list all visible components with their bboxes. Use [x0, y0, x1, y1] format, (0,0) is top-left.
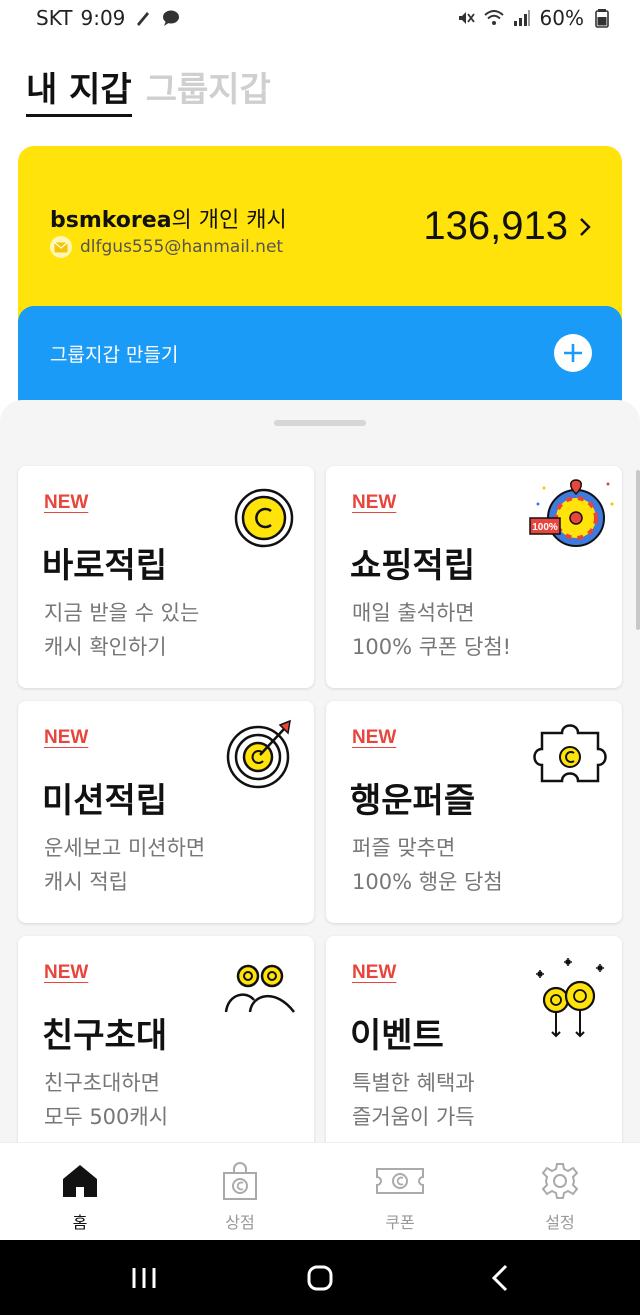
nav-home-label: 홈: [72, 1213, 88, 1232]
wifi-icon: [483, 10, 504, 25]
recent-apps-icon[interactable]: [124, 1258, 164, 1298]
scrollbar[interactable]: [636, 470, 640, 630]
nav-coupon[interactable]: 쿠폰: [320, 1143, 480, 1241]
card-events[interactable]: NEW 이벤트 특별한 혜택과 즐거움이 가득: [326, 936, 622, 1142]
card-lucky-puzzle[interactable]: NEW 행운퍼즐 퍼즐 맞추면 100% 행운 당첨: [326, 701, 622, 923]
tab-group-wallet[interactable]: 그룹지갑: [146, 70, 271, 117]
wallet-title: bsmkorea의 개인 캐시: [50, 202, 287, 234]
wallet-owner-suffix: 의 개인 캐시: [171, 208, 287, 233]
nav-settings[interactable]: 설정: [480, 1143, 640, 1241]
card-description: 특별한 혜택과 즐거움이 가득: [352, 1071, 475, 1129]
nav-coupon-label: 쿠폰: [385, 1213, 415, 1232]
new-badge: NEW: [352, 962, 397, 983]
home-icon: [63, 1165, 97, 1197]
pen-notification-icon: [137, 12, 150, 26]
wallet-amount[interactable]: 136,913: [423, 204, 592, 249]
puzzle-icon: [533, 724, 607, 783]
sheet-drag-handle[interactable]: [274, 420, 366, 426]
card-title: 친구초대: [42, 1016, 168, 1056]
back-icon[interactable]: [482, 1258, 522, 1298]
status-right: 60%: [456, 6, 612, 30]
battery-percent: 60%: [539, 6, 584, 30]
card-title: 미션적립: [42, 781, 168, 821]
new-badge: NEW: [352, 727, 397, 748]
card-description: 지금 받을 수 있는 캐시 확인하기: [44, 601, 200, 659]
roulette-badge-text: 100%: [532, 522, 558, 533]
coupon-icon: [376, 1168, 424, 1194]
wallet-email: dlfgus555@hanmail.net: [80, 237, 284, 257]
roulette-icon: 100%: [529, 479, 614, 547]
system-navigation-bar: [0, 1240, 640, 1315]
new-badge: NEW: [44, 492, 89, 513]
mail-icon: [50, 236, 72, 258]
card-description: 매일 출석하면 100% 쿠폰 당첨!: [352, 601, 512, 659]
status-left: SKT 9:09: [36, 6, 181, 30]
card-description: 운세보고 미션하면 캐시 적립: [44, 836, 206, 894]
target-icon: [226, 719, 291, 789]
wallet-amount-value: 136,913: [423, 204, 568, 248]
card-mission-reward[interactable]: NEW 미션적립 운세보고 미션하면 캐시 적립: [18, 701, 314, 923]
nav-store-label: 상점: [225, 1213, 255, 1232]
nav-store[interactable]: 상점: [160, 1143, 320, 1241]
gear-icon: [541, 1163, 579, 1199]
shopping-bag-icon: [223, 1162, 257, 1200]
card-instant-reward[interactable]: NEW 바로적립 지금 받을 수 있는 캐시 확인하기: [18, 466, 314, 688]
card-description: 친구초대하면 모두 500캐시: [44, 1071, 169, 1129]
new-badge: NEW: [352, 492, 397, 513]
card-title: 바로적립: [42, 546, 168, 586]
wallet-tabs: 내 지갑 그룹지갑: [26, 70, 271, 117]
card-description: 퍼즐 맞추면 100% 행운 당첨: [352, 836, 503, 894]
card-title: 쇼핑적립: [350, 546, 476, 586]
wallet-email-row: dlfgus555@hanmail.net: [50, 236, 283, 258]
nav-settings-label: 설정: [545, 1213, 575, 1232]
signal-icon: [513, 10, 530, 26]
tab-my-wallet[interactable]: 내 지갑: [26, 70, 132, 117]
chevron-right-icon: [580, 217, 591, 236]
card-title: 행운퍼즐: [350, 781, 476, 821]
card-title: 이벤트: [350, 1016, 444, 1056]
friends-icon: [224, 964, 295, 1013]
bottom-navigation: 홈 상점 쿠폰 설정: [0, 1142, 640, 1240]
wallet-owner: bsmkorea: [50, 208, 172, 233]
battery-icon: [595, 9, 609, 28]
balloons-icon: [536, 958, 604, 1038]
new-badge: NEW: [44, 962, 89, 983]
add-group-button[interactable]: [554, 334, 592, 372]
coin-icon: [234, 488, 294, 548]
create-group-wallet-label: 그룹지갑 만들기: [50, 344, 179, 366]
clock: 9:09: [80, 6, 126, 30]
chat-notification-icon: [163, 10, 180, 26]
new-badge: NEW: [44, 727, 89, 748]
plus-icon: [564, 344, 582, 362]
mute-icon: [458, 12, 475, 24]
nav-home[interactable]: 홈: [0, 1143, 160, 1241]
status-bar: SKT 9:09 60%: [0, 0, 640, 40]
card-shopping-reward[interactable]: NEW 쇼핑적립 매일 출석하면 100% 쿠폰 당첨! 100%: [326, 466, 622, 688]
home-button-icon[interactable]: [300, 1258, 340, 1298]
rewards-sheet: NEW 바로적립 지금 받을 수 있는 캐시 확인하기 NEW 쇼핑적립 매일 …: [0, 400, 640, 1142]
carrier-label: SKT: [36, 6, 73, 30]
card-invite-friends[interactable]: NEW 친구초대 친구초대하면 모두 500캐시: [18, 936, 314, 1142]
